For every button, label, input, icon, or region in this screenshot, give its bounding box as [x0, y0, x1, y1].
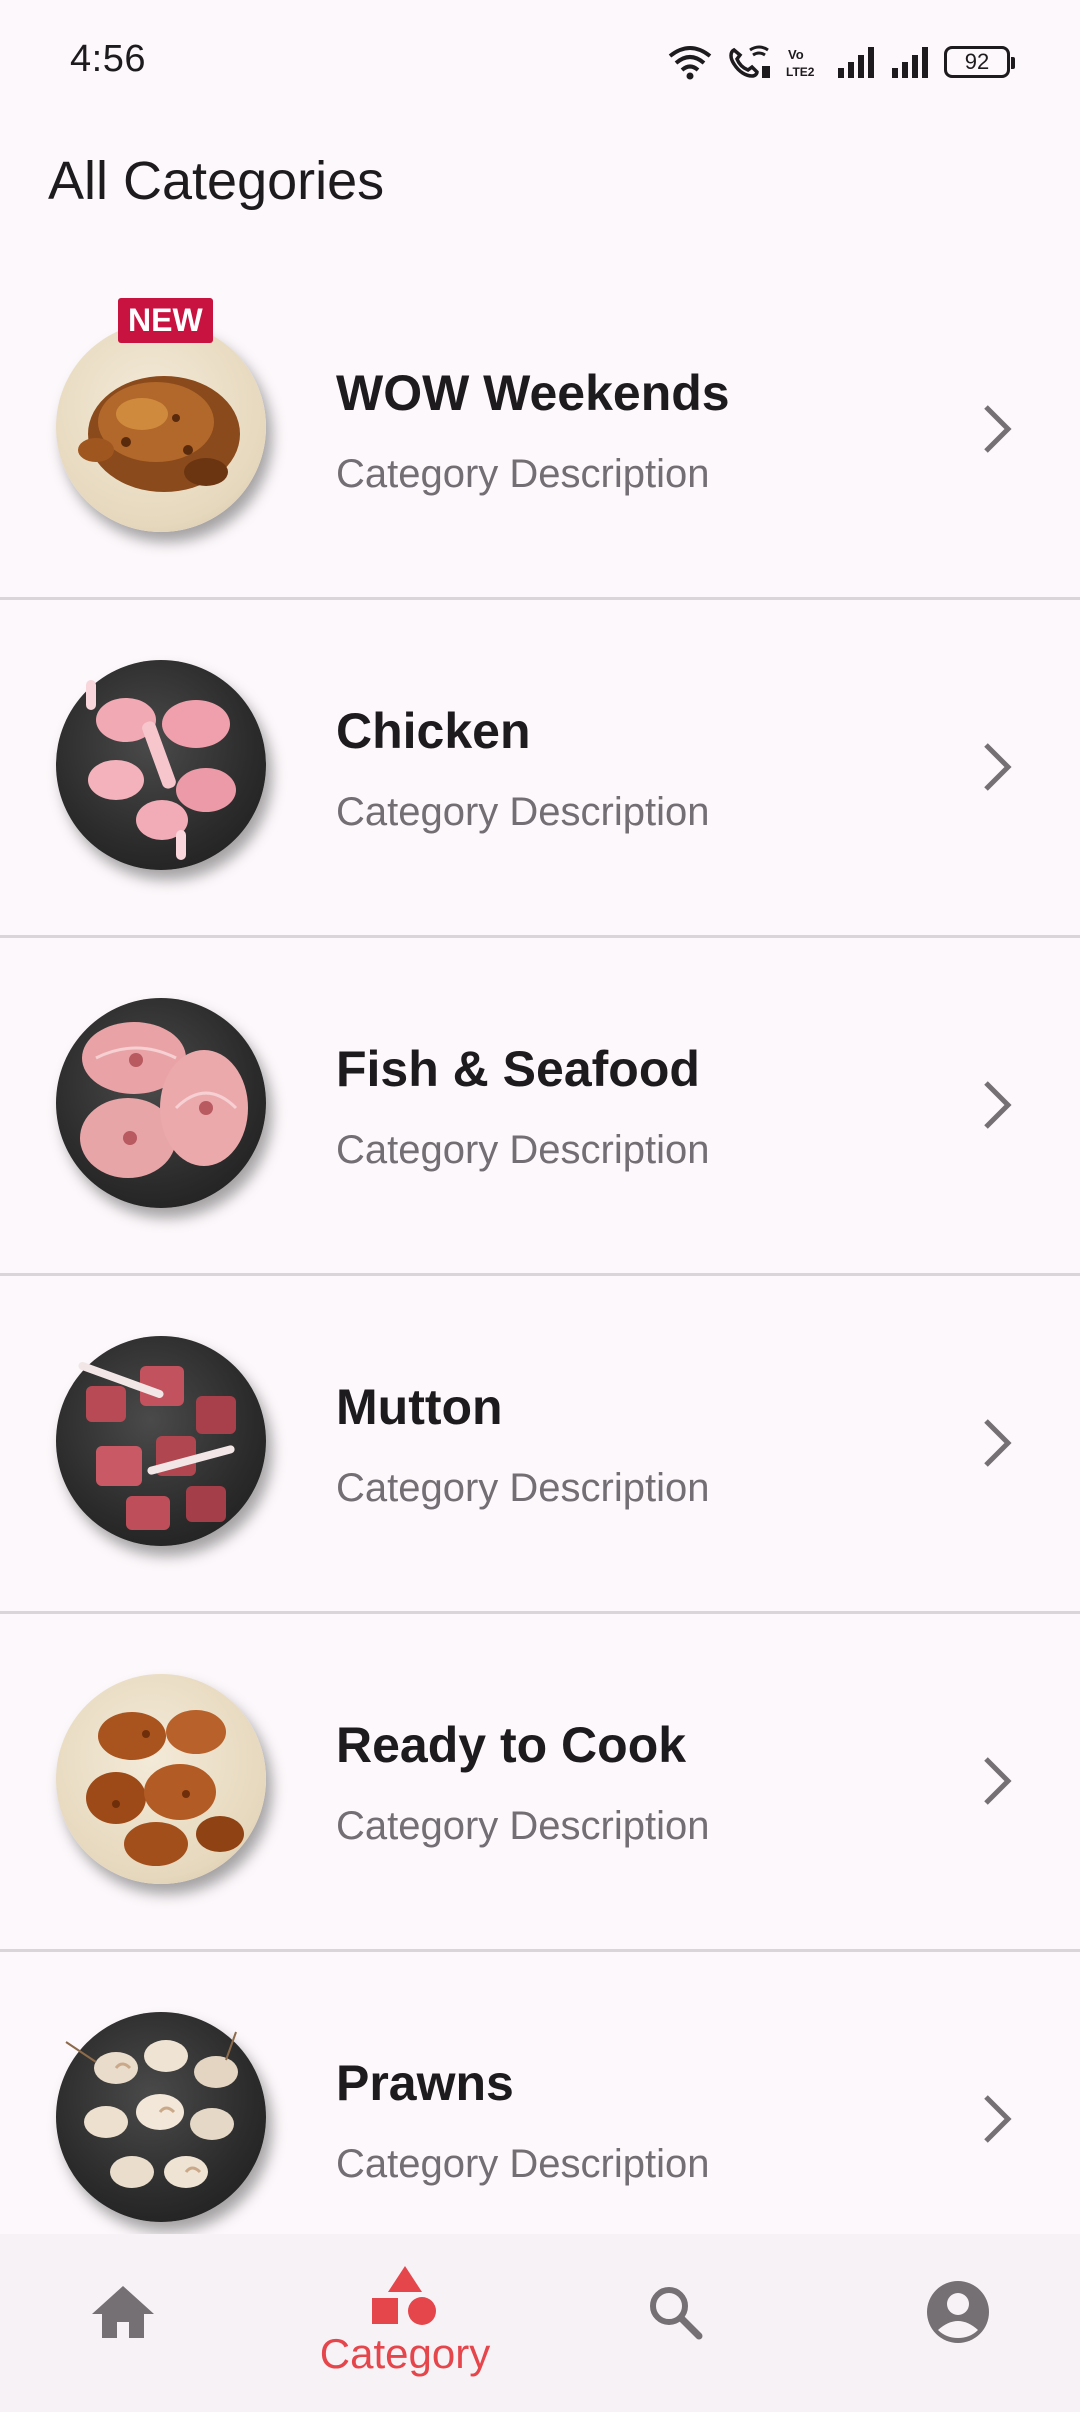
category-row-prawns[interactable]: Prawns Category Description [0, 1952, 1080, 2234]
nav-search[interactable] [540, 2234, 810, 2412]
status-time: 4:56 [70, 38, 146, 80]
category-row-fish-seafood[interactable]: Fish & Seafood Category Description [0, 938, 1080, 1276]
battery-level: 92 [964, 49, 990, 74]
nav-category[interactable]: Category [270, 2234, 540, 2412]
category-row-chicken[interactable]: Chicken Category Description [0, 600, 1080, 938]
home-icon [92, 2286, 154, 2338]
nav-home[interactable] [0, 2234, 270, 2412]
svg-text:LTE2: LTE2 [786, 65, 815, 79]
category-row-mutton[interactable]: Mutton Category Description [0, 1276, 1080, 1614]
category-description: Category Description [336, 2142, 710, 2186]
category-image [56, 2012, 276, 2232]
roast-chicken-icon [78, 376, 240, 492]
signal-icon [892, 47, 928, 78]
nav-account[interactable] [810, 2234, 1080, 2412]
category-description: Category Description [336, 1804, 710, 1848]
marinated-chicken-icon [86, 1710, 244, 1866]
category-description: Category Description [336, 1128, 710, 1172]
chicken-legs-icon [86, 680, 236, 860]
category-title: Ready to Cook [336, 1717, 687, 1773]
wifi-icon [668, 46, 712, 80]
svg-text:Vo: Vo [788, 47, 804, 62]
category-image [56, 660, 276, 880]
bottom-navigation: Category [0, 2234, 1080, 2412]
wifi-calling-icon [729, 45, 770, 78]
prawns-icon [65, 2031, 238, 2188]
category-image [56, 1336, 276, 1556]
category-title: Prawns [336, 2055, 514, 2111]
chevron-right-icon [984, 1419, 1012, 1467]
category-image [56, 1674, 276, 1894]
mutton-cuts-icon [78, 1361, 236, 1530]
category-image [56, 998, 276, 1218]
search-icon [650, 2287, 703, 2340]
category-description: Category Description [336, 1466, 710, 1510]
page-title: All Categories [48, 151, 385, 211]
nav-category-label: Category [319, 2330, 491, 2377]
category-list[interactable]: NEW WOW Weekends Category Description Ch… [0, 262, 1080, 2234]
chevron-right-icon [984, 405, 1012, 453]
chevron-right-icon [984, 1081, 1012, 1129]
chevron-right-icon [984, 2095, 1012, 2143]
volte-icon: Vo LTE2 [786, 47, 815, 79]
account-icon [927, 2281, 989, 2343]
category-description: Category Description [336, 452, 710, 496]
category-title: Fish & Seafood [336, 1041, 700, 1097]
chevron-right-icon [984, 1757, 1012, 1805]
new-badge: NEW [118, 298, 213, 343]
category-row-ready-to-cook[interactable]: Ready to Cook Category Description [0, 1614, 1080, 1952]
status-bar: 4:56 Vo LTE2 92 [0, 0, 1080, 120]
signal-icon [838, 47, 874, 78]
battery-icon: 92 [944, 46, 1015, 78]
category-image: NEW [56, 298, 276, 542]
status-icons: Vo LTE2 92 [668, 40, 1015, 84]
fish-steaks-icon [80, 1022, 248, 1178]
category-icon [372, 2266, 436, 2325]
category-title: Chicken [336, 703, 531, 759]
category-title: WOW Weekends [336, 365, 730, 421]
category-description: Category Description [336, 790, 710, 834]
category-row-wow-weekends[interactable]: NEW WOW Weekends Category Description [0, 262, 1080, 600]
chevron-right-icon [984, 743, 1012, 791]
category-title: Mutton [336, 1379, 503, 1435]
